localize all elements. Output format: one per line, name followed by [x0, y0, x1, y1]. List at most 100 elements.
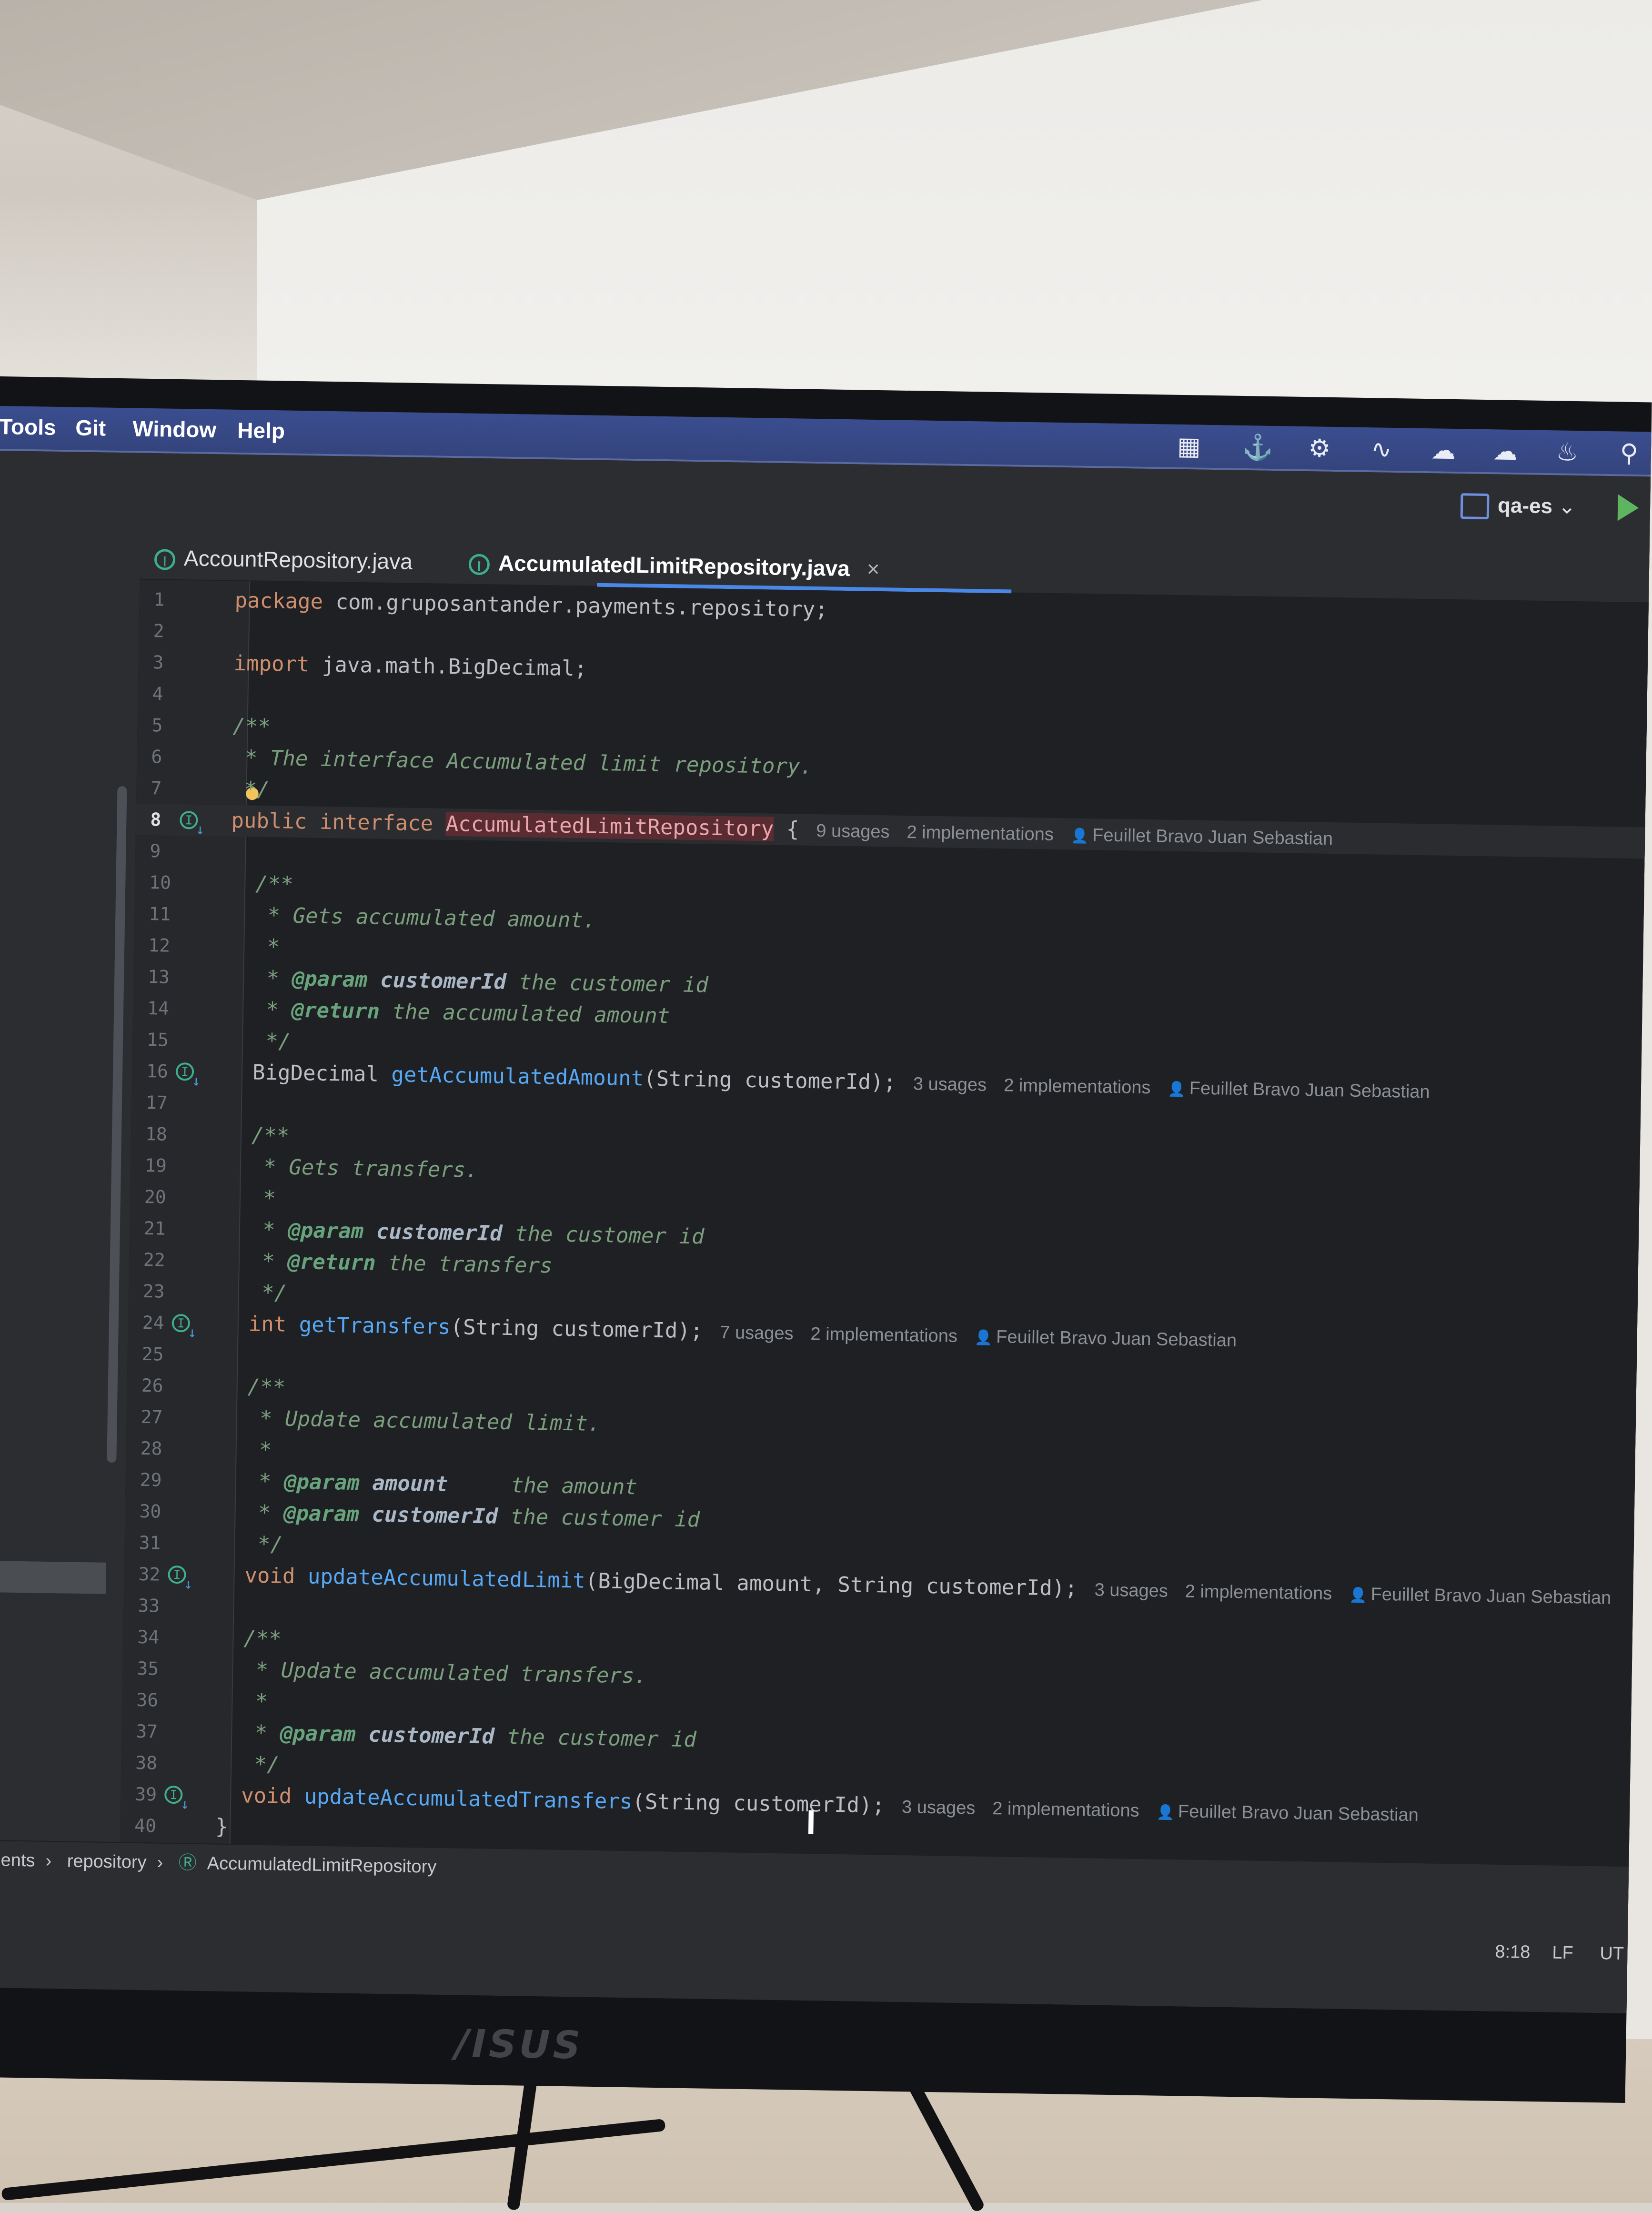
line-number[interactable]: 27: [141, 1401, 179, 1433]
menu-git[interactable]: Git: [75, 415, 106, 441]
flame-icon[interactable]: ♨: [1551, 437, 1582, 468]
breadcrumb-item[interactable]: yments: [0, 1850, 35, 1871]
line-number[interactable]: 1: [153, 584, 192, 616]
run-configuration[interactable]: qa-es ⌄: [1460, 493, 1576, 523]
line-number[interactable]: 2: [153, 615, 191, 647]
line-number[interactable]: 30: [139, 1496, 178, 1527]
author-hint[interactable]: Feuillet Bravo Juan Sebastian: [1071, 825, 1333, 849]
run-icon[interactable]: [1617, 494, 1639, 522]
code-text: }: [215, 1814, 229, 1839]
tab-account-repository[interactable]: I AccountRepository.java: [154, 545, 413, 577]
calendar-icon[interactable]: ▦: [1173, 431, 1204, 462]
line-number[interactable]: 12: [148, 930, 187, 961]
implemented-icon[interactable]: I: [171, 1314, 191, 1333]
project-tree-selected-row[interactable]: [0, 1560, 106, 1594]
usages-hint[interactable]: 3 usages: [902, 1797, 976, 1818]
line-number[interactable]: 22: [143, 1244, 181, 1276]
chevron-right-icon: ›: [157, 1852, 163, 1873]
code-text: /**: [251, 1123, 290, 1148]
line-number[interactable]: 17: [146, 1087, 184, 1119]
line-separator[interactable]: LF: [1552, 1943, 1573, 1964]
code-text: * @return the transfers: [249, 1249, 553, 1278]
line-number[interactable]: 28: [140, 1433, 179, 1465]
line-number[interactable]: 29: [140, 1464, 178, 1496]
line-number[interactable]: 20: [144, 1181, 182, 1213]
chevron-right-icon: ›: [45, 1850, 52, 1871]
code-text: *: [246, 1437, 272, 1463]
line-number[interactable]: 11: [149, 898, 187, 930]
code-text: */: [241, 1752, 280, 1777]
code-text: *: [254, 934, 280, 960]
caret-position[interactable]: 8:18: [1495, 1942, 1531, 1963]
line-number[interactable]: 9: [150, 835, 188, 867]
implemented-icon[interactable]: I: [175, 1062, 194, 1081]
usages-hint[interactable]: 9 usages: [816, 821, 890, 842]
line-number[interactable]: 37: [136, 1716, 174, 1748]
line-number[interactable]: 3: [152, 647, 191, 678]
usages-hint[interactable]: 3 usages: [1094, 1580, 1168, 1601]
code-editor[interactable]: 1 package com.gruposantander.payments.rep…: [120, 579, 1649, 1868]
line-number[interactable]: 19: [145, 1150, 183, 1182]
close-icon[interactable]: ×: [866, 556, 880, 581]
cloud-icon[interactable]: ☁: [1428, 435, 1459, 466]
implementations-hint[interactable]: 2 implementations: [907, 822, 1054, 845]
scrollbar[interactable]: [107, 786, 127, 1463]
implementations-hint[interactable]: 2 implementations: [1004, 1075, 1151, 1098]
menu-window[interactable]: Window: [132, 415, 217, 443]
teams-icon[interactable]: ⚙: [1304, 433, 1335, 464]
menu-help[interactable]: Help: [237, 417, 285, 444]
line-number[interactable]: 38: [135, 1747, 174, 1779]
line-number[interactable]: 35: [137, 1653, 175, 1685]
code-text: * Gets accumulated amount.: [254, 903, 596, 933]
monitor: Tools Git Window Help ▦ ⚓ ⚙ ∿ ☁ ☁ ♨ ⚲ qa…: [0, 376, 1652, 2103]
ide-window: Tools Git Window Help ▦ ⚓ ⚙ ∿ ☁ ☁ ♨ ⚲ qa…: [0, 405, 1652, 2014]
line-number[interactable]: 31: [139, 1527, 177, 1559]
line-number[interactable]: 33: [138, 1590, 176, 1622]
activity-icon[interactable]: ∿: [1366, 434, 1397, 465]
file-encoding[interactable]: UT: [1600, 1943, 1624, 1964]
line-number[interactable]: 4: [152, 678, 191, 710]
author-hint[interactable]: Feuillet Bravo Juan Sebastian: [1168, 1078, 1430, 1102]
text-cursor-icon: I: [806, 1803, 816, 1842]
implementations-hint[interactable]: 2 implementations: [1185, 1581, 1332, 1604]
interface-icon: I: [468, 554, 490, 576]
usages-hint[interactable]: 3 usages: [913, 1074, 987, 1095]
monitor-logo: /ISUS: [454, 2021, 584, 2068]
implementations-hint[interactable]: 2 implementations: [810, 1324, 957, 1346]
breadcrumb-item[interactable]: repository: [67, 1851, 146, 1873]
usages-hint[interactable]: 7 usages: [720, 1323, 794, 1344]
author-hint[interactable]: Feuillet Bravo Juan Sebastian: [1349, 1584, 1612, 1608]
cloud-sync-icon[interactable]: ☁: [1490, 436, 1521, 467]
line-number[interactable]: 10: [149, 867, 188, 899]
docker-icon[interactable]: ⚓: [1242, 432, 1274, 463]
menu-tools[interactable]: Tools: [0, 414, 56, 440]
line-number[interactable]: 14: [147, 992, 186, 1024]
line-number[interactable]: 18: [145, 1118, 184, 1150]
code-text: */: [232, 777, 270, 802]
implemented-icon[interactable]: I: [164, 1785, 183, 1804]
code-text: * Gets transfers.: [251, 1154, 479, 1182]
implemented-icon[interactable]: I: [168, 1565, 186, 1584]
author-hint[interactable]: Feuillet Bravo Juan Sebastian: [975, 1326, 1237, 1351]
key-icon[interactable]: ⚲: [1613, 438, 1644, 469]
line-number[interactable]: 26: [141, 1370, 180, 1402]
run-config-name: qa-es: [1497, 494, 1553, 518]
line-number[interactable]: 34: [137, 1621, 176, 1653]
implementations-hint[interactable]: 2 implementations: [992, 1799, 1139, 1821]
line-number[interactable]: 7: [151, 772, 189, 804]
line-number[interactable]: 6: [151, 741, 190, 773]
line-number[interactable]: 5: [151, 709, 190, 741]
implemented-icon[interactable]: I: [180, 811, 198, 829]
line-number[interactable]: 21: [143, 1213, 182, 1244]
line-number[interactable]: 23: [142, 1275, 181, 1307]
line-number[interactable]: 13: [148, 961, 186, 993]
line-number[interactable]: 36: [136, 1684, 175, 1716]
breadcrumb-item[interactable]: AccumulatedLimitRepository: [207, 1853, 436, 1877]
code-text: */: [252, 1029, 292, 1054]
tab-accumulated-limit-repository[interactable]: I AccumulatedLimitRepository.java ×: [468, 550, 880, 585]
chevron-down-icon: ⌄: [1558, 495, 1576, 518]
author-hint[interactable]: Feuillet Bravo Juan Sebastian: [1156, 1801, 1419, 1826]
line-number[interactable]: 40: [134, 1810, 173, 1842]
line-number[interactable]: 15: [147, 1024, 185, 1056]
line-number[interactable]: 25: [141, 1338, 180, 1370]
